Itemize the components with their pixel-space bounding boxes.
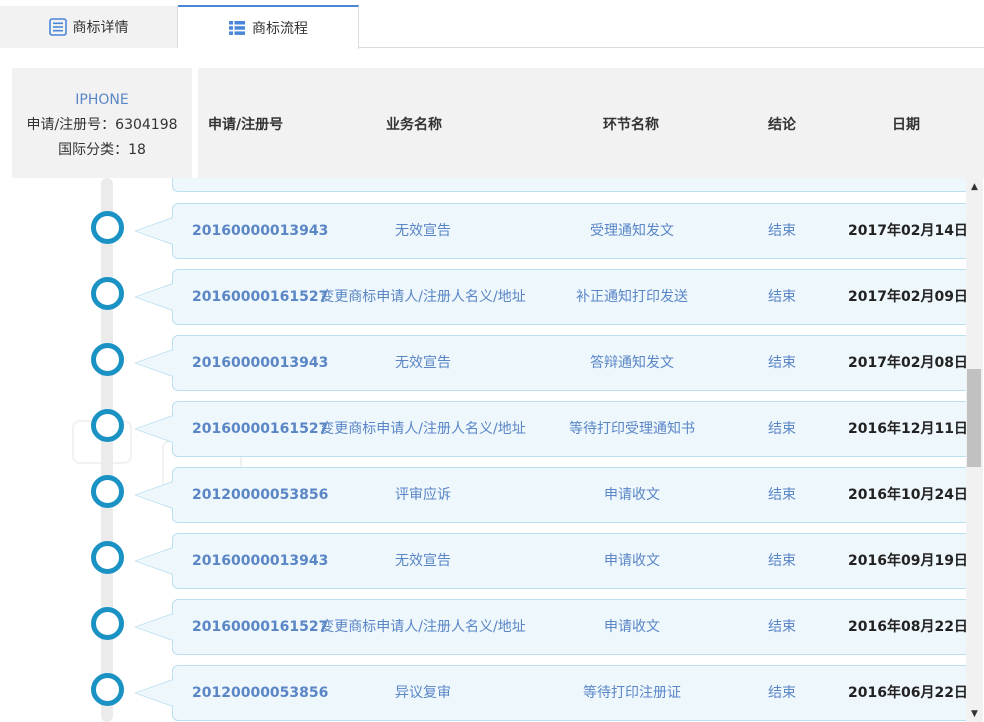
row-result: 结束 [768, 223, 796, 239]
row-date: 2016年09月19日 [848, 553, 968, 569]
row-result: 结束 [768, 355, 796, 371]
tab-label: 商标流程 [252, 21, 308, 37]
row-business: 变更商标申请人/注册人名义/地址 [320, 289, 526, 305]
row-step: 等待打印注册证 [583, 685, 681, 701]
row-reg-no[interactable]: 20160000013943 [192, 335, 328, 391]
tab-trademark-flow[interactable]: 商标流程 [178, 5, 359, 49]
row-step: 补正通知打印发送 [576, 289, 688, 305]
header-business: 业务名称 [386, 117, 442, 133]
timeline-row[interactable]: 20160000161527 变更商标申请人/注册人名义/地址 等待打印受理通知书 结… [0, 401, 984, 457]
trademark-info-box: IPHONE 申请/注册号：6304198 国际分类：18 [12, 68, 192, 178]
timeline-node-icon [91, 409, 124, 442]
international-class: 国际分类：18 [58, 142, 146, 158]
row-reg-no[interactable]: 20160000013943 [192, 533, 328, 589]
row-reg-no[interactable]: 20160000161527 [192, 269, 328, 325]
timeline-row-partial [0, 178, 984, 192]
flow-timeline[interactable]: 20160000013943 无效宣告 受理通知发文 结束 2017年02月14日 201… [0, 178, 984, 722]
row-result: 结束 [768, 487, 796, 503]
timeline-row[interactable]: 20160000013943 无效宣告 受理通知发文 结束 2017年02月14日 [0, 203, 984, 259]
row-step: 申请收文 [604, 487, 660, 503]
scroll-down-arrow-icon[interactable]: ▼ [966, 705, 983, 722]
tab-bar: 商标详情 商标流程 [0, 0, 984, 49]
bubble-pointer-fill [136, 680, 173, 706]
row-result: 结束 [768, 289, 796, 305]
row-reg-no[interactable]: 20160000161527 [192, 599, 328, 655]
bubble-pointer-fill [136, 350, 173, 376]
timeline-node-icon [91, 541, 124, 574]
row-date: 2017年02月08日 [848, 355, 968, 371]
row-business: 异议复审 [395, 685, 451, 701]
row-result: 结束 [768, 553, 796, 569]
timeline-row[interactable]: 20120000053856 异议复审 等待打印注册证 结束 2016年06月22日 [0, 665, 984, 721]
row-business: 评审应诉 [395, 487, 451, 503]
row-date: 2016年12月11日 [848, 421, 968, 437]
row-reg-no[interactable]: 20120000053856 [192, 665, 328, 721]
bubble-pointer-fill [136, 284, 173, 310]
tab-trademark-detail[interactable]: 商标详情 [0, 6, 178, 48]
grid-list-icon [228, 19, 246, 37]
list-document-icon [48, 18, 67, 36]
row-step: 申请收文 [604, 619, 660, 635]
row-step: 等待打印受理通知书 [569, 421, 695, 437]
vertical-scrollbar[interactable]: ▲ ▼ [966, 178, 983, 722]
scroll-thumb[interactable] [967, 369, 981, 467]
timeline-row[interactable]: 20120000053856 评审应诉 申请收文 结束 2016年10月24日 [0, 467, 984, 523]
timeline-row[interactable]: 20160000013943 无效宣告 答辩通知发文 结束 2017年02月08日 [0, 335, 984, 391]
bubble-pointer-fill [136, 614, 173, 640]
row-business: 变更商标申请人/注册人名义/地址 [320, 421, 526, 437]
bubble-pointer-fill [136, 548, 173, 574]
timeline-node-icon [91, 343, 124, 376]
timeline-node-icon [91, 211, 124, 244]
row-date: 2016年08月22日 [848, 619, 968, 635]
row-step: 受理通知发文 [590, 223, 674, 239]
row-date: 2016年06月22日 [848, 685, 968, 701]
row-date: 2017年02月09日 [848, 289, 968, 305]
timeline-row[interactable]: 20160000161527 变更商标申请人/注册人名义/地址 补正通知打印发送 结束… [0, 269, 984, 325]
header-result: 结论 [768, 117, 796, 133]
timeline-node-icon [91, 673, 124, 706]
timeline-node-icon [91, 607, 124, 640]
row-step: 答辩通知发文 [590, 355, 674, 371]
row-business: 变更商标申请人/注册人名义/地址 [320, 619, 526, 635]
header-date: 日期 [892, 117, 920, 133]
header-step: 环节名称 [603, 117, 659, 133]
timeline-row[interactable]: 20160000161527 变更商标申请人/注册人名义/地址 申请收文 结束 2016… [0, 599, 984, 655]
tab-label: 商标详情 [72, 20, 129, 36]
header-reg-no: 申请/注册号 [208, 117, 284, 133]
timeline-node-icon [91, 475, 124, 508]
bubble-pointer-fill [136, 218, 173, 244]
timeline-node-icon [91, 277, 124, 310]
row-business: 无效宣告 [395, 223, 451, 239]
row-result: 结束 [768, 685, 796, 701]
row-result: 结束 [768, 421, 796, 437]
bubble-pointer-fill [136, 416, 173, 442]
row-business: 无效宣告 [395, 553, 451, 569]
scroll-up-arrow-icon[interactable]: ▲ [966, 178, 983, 195]
row-reg-no[interactable]: 20160000013943 [192, 203, 328, 259]
flow-table-header: 申请/注册号 业务名称 环节名称 结论 日期 [198, 68, 984, 178]
timeline-row[interactable]: 20160000013943 无效宣告 申请收文 结束 2016年09月19日 [0, 533, 984, 589]
row-date: 2017年02月14日 [848, 223, 968, 239]
flow-bubble [172, 178, 972, 192]
row-reg-no[interactable]: 20160000161527 [192, 401, 328, 457]
row-reg-no[interactable]: 20120000053856 [192, 467, 328, 523]
row-date: 2016年10月24日 [848, 487, 968, 503]
row-step: 申请收文 [604, 553, 660, 569]
row-business: 无效宣告 [395, 355, 451, 371]
row-result: 结束 [768, 619, 796, 635]
bubble-pointer-fill [136, 482, 173, 508]
registration-number: 申请/注册号：6304198 [26, 117, 178, 133]
trademark-name: IPHONE [75, 92, 129, 108]
